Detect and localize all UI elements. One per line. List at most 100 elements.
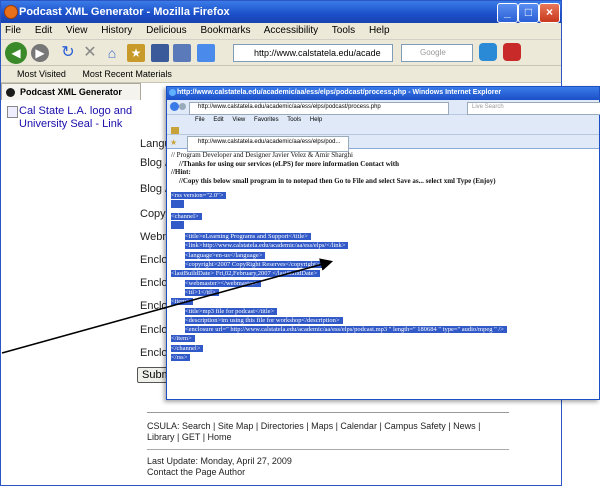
firefox-icon — [4, 5, 18, 19]
home-icon[interactable]: ⌂ — [103, 44, 121, 62]
last-update: Last Update: Monday, April 27, 2009 — [147, 456, 292, 466]
firefox-title-bar: Podcast XML Generator - Mozilla Firefox … — [1, 1, 561, 23]
xml-line: <language>en-us</language> — [171, 251, 597, 260]
toolbar-icon-b[interactable] — [173, 44, 191, 62]
ie-back-icon[interactable] — [170, 102, 179, 111]
minimize-button[interactable]: _ — [497, 3, 518, 23]
xml-line-text — [171, 200, 184, 209]
xml-line: </channel> — [171, 344, 597, 353]
xml-line: </item> — [171, 334, 597, 343]
bookmark-most-recent[interactable]: Most Recent Materials — [82, 69, 172, 79]
xml-line-text: <webmaster></webmaster> — [185, 279, 261, 287]
xml-line: <description>im using this file for work… — [171, 316, 597, 325]
menu-view[interactable]: View — [66, 25, 88, 36]
xml-line-text: <ttl>1</ttl> — [185, 288, 219, 296]
close-button[interactable]: × — [539, 3, 560, 23]
menu-tools[interactable]: Tools — [332, 25, 355, 36]
firefox-menu-bar: File Edit View History Delicious Bookmar… — [1, 23, 561, 40]
ie-links-icon[interactable] — [171, 127, 179, 134]
xml-line-text: <copyright>2007 CopyRight Reserves</copy… — [185, 261, 323, 269]
xml-line-text: </channel> — [171, 344, 204, 352]
xml-line-text: <enclosure url=" http://www.calstatela.e… — [185, 326, 507, 334]
addon-icon[interactable] — [503, 43, 521, 61]
ie-icon — [169, 89, 176, 96]
contact-link[interactable]: Contact the Page Author — [147, 467, 292, 478]
forward-arrow-icon[interactable]: ▶ — [31, 44, 49, 62]
xml-line-text: </item> — [171, 335, 195, 343]
ie-tab-bar: ★ http://www.calstatela.edu/academic/aa/… — [167, 135, 599, 152]
xml-line-text — [171, 220, 184, 229]
ie-tab[interactable]: http://www.calstatela.edu/academic/aa/es… — [187, 136, 349, 152]
xml-line: <copyright>2007 CopyRight Reserves</copy… — [171, 260, 597, 269]
footer-links[interactable]: CSULA: Search | Site Map | Directories |… — [147, 421, 509, 443]
submit-button[interactable]: Subm — [137, 367, 169, 383]
xml-line: <item> — [171, 297, 597, 306]
firefox-search-bar[interactable]: Google — [401, 44, 473, 62]
ie-document: // Program Developer and Designer Javier… — [171, 151, 597, 185]
firefox-window-title: Podcast XML Generator - Mozilla Firefox — [19, 6, 230, 18]
reload-icon[interactable]: ↻ — [59, 44, 77, 62]
ie-url-bar[interactable]: http://www.calstatela.edu/academic/aa/es… — [189, 102, 449, 115]
xml-line: </rss> — [171, 353, 597, 362]
xml-line-text: <title>eLearning Programs and Support</t… — [185, 233, 311, 241]
footer-info: Last Update: Monday, April 27, 2009 Cont… — [147, 456, 292, 478]
search-placeholder: Google — [420, 48, 446, 57]
xml-line-text: <link>http://www.calstatela.edu/academic… — [185, 242, 349, 250]
ie-search-box[interactable]: Live Search — [467, 102, 600, 115]
logo-link[interactable]: Cal State L.A. logo and University Seal … — [7, 105, 147, 135]
bookmark-most-visited[interactable]: Most Visited — [17, 69, 66, 79]
ie-tab-title: http://www.calstatela.edu/academic/aa/es… — [198, 139, 341, 145]
ie-address-row: http://www.calstatela.edu/academic/aa/es… — [167, 100, 600, 115]
broken-image-icon — [7, 106, 18, 118]
xml-line: <title>eLearning Programs and Support</t… — [171, 232, 597, 241]
ie-favorites-star-icon[interactable]: ★ — [170, 138, 177, 147]
ie-window-title: http://www.calstatela.edu/academic/aa/es… — [177, 89, 502, 96]
xml-line: <rss version="2.0"> — [171, 191, 597, 200]
extension-icon[interactable] — [479, 43, 497, 61]
back-arrow-icon[interactable]: ◀ — [5, 42, 27, 64]
xml-line-text: <language>en-us</language> — [185, 251, 266, 259]
xml-line-text: <description>im using this file for work… — [185, 316, 343, 324]
thanks-line: //Thanks for using our services (eLPS) f… — [179, 159, 399, 168]
xml-line-text: <title>mp3 file for podcast</title> — [185, 307, 278, 315]
ie-menu-bar: File Edit View Favorites Tools Help — [167, 115, 599, 126]
xml-line: <channel> — [171, 212, 597, 221]
ie-menu-edit[interactable]: Edit — [213, 117, 223, 123]
xml-line: <title>mp3 file for podcast</title> — [171, 307, 597, 316]
xml-line — [171, 200, 597, 211]
xml-line: <webmaster></webmaster> — [171, 279, 597, 288]
ie-menu-favorites[interactable]: Favorites — [254, 117, 279, 123]
menu-delicious[interactable]: Delicious — [146, 25, 187, 36]
menu-file[interactable]: File — [5, 25, 21, 36]
xml-line: <enclosure url=" http://www.calstatela.e… — [171, 325, 597, 334]
ie-url-text: http://www.calstatela.edu/academic/aa/es… — [198, 104, 381, 110]
xml-line: <link>http://www.calstatela.edu/academic… — [171, 241, 597, 250]
ie-menu-help[interactable]: Help — [310, 117, 322, 123]
menu-bookmarks[interactable]: Bookmarks — [200, 25, 250, 36]
footer-divider — [147, 412, 509, 413]
maximize-button[interactable]: □ — [518, 3, 539, 23]
xml-line-text: <item> — [171, 298, 193, 306]
stop-icon[interactable]: ✕ — [81, 44, 99, 62]
ie-forward-icon[interactable] — [179, 103, 186, 110]
ie-window: http://www.calstatela.edu/academic/aa/es… — [166, 86, 600, 400]
menu-history[interactable]: History — [101, 25, 132, 36]
ie-title-bar: http://www.calstatela.edu/academic/aa/es… — [167, 87, 599, 100]
menu-accessibility[interactable]: Accessibility — [264, 25, 318, 36]
bookmark-star-icon[interactable]: ★ — [127, 44, 145, 62]
xml-line-text: <rss version="2.0"> — [171, 192, 227, 199]
instructions-line: //Copy this below small program in to no… — [179, 176, 496, 185]
menu-help[interactable]: Help — [369, 25, 390, 36]
credits-line: // Program Developer and Designer Javier… — [171, 151, 353, 159]
xml-code-block[interactable]: <rss version="2.0"> <channel> <title>eLe… — [171, 191, 597, 362]
toolbar-icon-a[interactable] — [151, 44, 169, 62]
firefox-tab[interactable]: Podcast XML Generator — [1, 83, 141, 100]
xml-line-text: <channel> — [171, 212, 202, 220]
ie-menu-view[interactable]: View — [232, 117, 245, 123]
bookmarks-toolbar: Most Visited Most Recent Materials — [1, 66, 561, 83]
firefox-url-bar[interactable]: http://www.calstatela.edu/acade — [233, 44, 393, 62]
ie-menu-file[interactable]: File — [195, 117, 205, 123]
ie-menu-tools[interactable]: Tools — [287, 117, 301, 123]
menu-edit[interactable]: Edit — [35, 25, 52, 36]
toolbar-icon-c[interactable] — [197, 44, 215, 62]
